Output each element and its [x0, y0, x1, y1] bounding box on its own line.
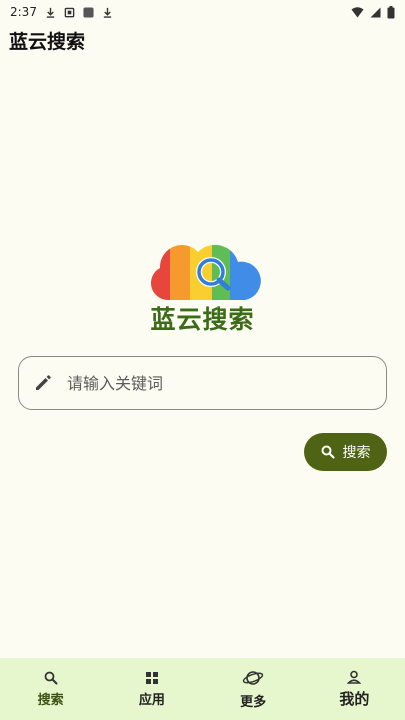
search-icon: [44, 671, 58, 684]
nav-item-apps[interactable]: 应用: [101, 658, 202, 720]
planet-icon: [242, 670, 264, 685]
nav-label-apps: 应用: [138, 692, 165, 708]
status-bar: 2:37: [0, 0, 405, 24]
download-icon-2: [103, 7, 112, 18]
app-square-icon: [83, 6, 94, 18]
wifi-icon: [351, 6, 364, 17]
signal-icon: [370, 7, 381, 17]
search-field[interactable]: [18, 356, 387, 410]
nav-label-more: 更多: [240, 694, 267, 710]
notification-box-icon: [64, 7, 75, 17]
download-icon: [46, 7, 55, 18]
nav-item-search[interactable]: 搜索: [0, 658, 101, 720]
logo-text: 蓝云搜索: [150, 305, 255, 334]
nav-label-mine: 我的: [339, 689, 370, 708]
person-icon: [347, 670, 362, 684]
bottom-nav: 搜索 应用 更多 我的: [0, 658, 405, 720]
search-icon: [321, 445, 335, 459]
search-input[interactable]: [67, 373, 347, 393]
search-button-label: 搜索: [342, 444, 371, 460]
app-title: 蓝云搜索: [9, 31, 86, 53]
nav-label-search: 搜索: [37, 692, 64, 708]
nav-item-mine[interactable]: 我的: [304, 658, 405, 720]
search-button[interactable]: 搜索: [304, 433, 387, 471]
status-right: [351, 5, 395, 19]
apps-icon: [145, 671, 158, 684]
battery-icon: [387, 5, 395, 18]
nav-item-more[interactable]: 更多: [203, 658, 304, 720]
status-left: 2:37: [10, 5, 113, 19]
status-time: 2:37: [10, 5, 37, 19]
pencil-icon: [36, 375, 51, 390]
cloud-logo-icon: [151, 244, 261, 300]
